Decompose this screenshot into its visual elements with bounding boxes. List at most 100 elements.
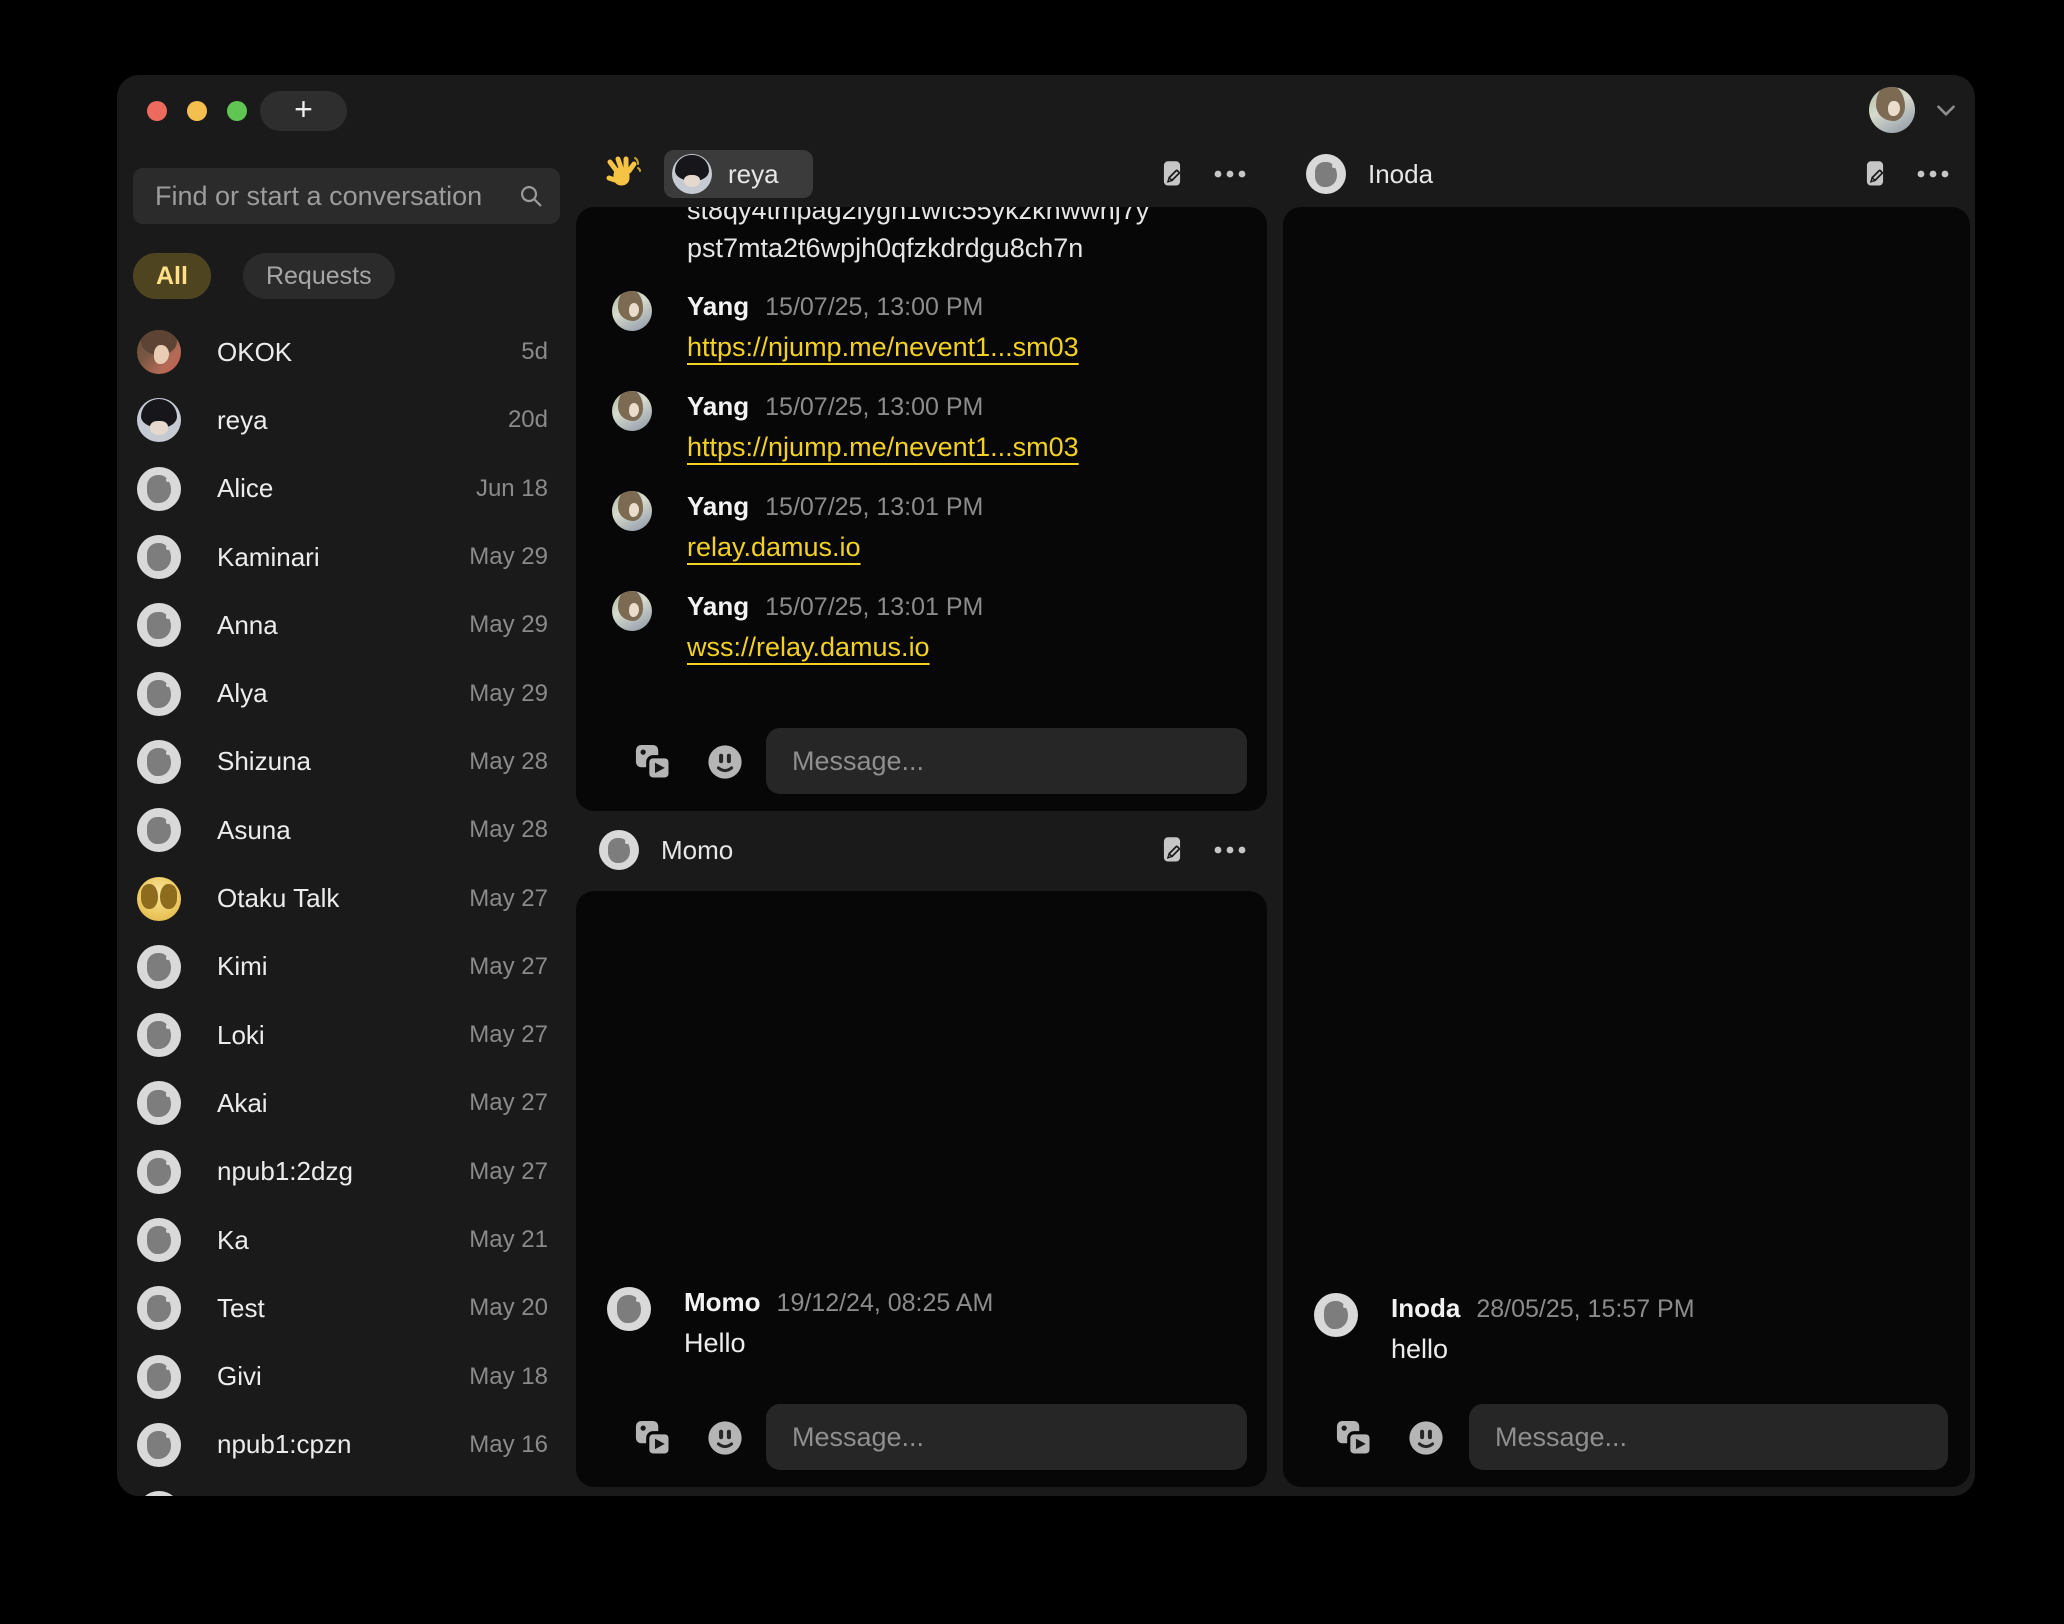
conversation-list-item[interactable] [133, 1479, 560, 1496]
message-list: Yang 15/07/25, 13:00 PM https://njump.me… [576, 291, 1079, 663]
conversation-list-item[interactable]: Otaku Talk May 27 [133, 864, 560, 932]
conversation-list-item[interactable]: Anna May 29 [133, 591, 560, 659]
conversation-list-item[interactable]: npub1:2dzg May 27 [133, 1138, 560, 1206]
conversation-name: Akai [217, 1088, 469, 1119]
message-author: Inoda [1391, 1293, 1460, 1324]
chat-title: Momo [661, 835, 733, 866]
message-author: Yang [687, 291, 749, 322]
conversation-avatar [137, 467, 181, 511]
momo-message-panel: Momo 19/12/24, 08:25 AM Hello [576, 891, 1267, 1487]
message-input[interactable]: Message... [1469, 1404, 1948, 1470]
conversation-date: 5d [521, 338, 548, 366]
conversation-list-item[interactable]: Alice Jun 18 [133, 455, 560, 523]
zoom-window-button[interactable] [227, 101, 247, 121]
conversation-list-item[interactable]: Loki May 27 [133, 1001, 560, 1069]
conversation-avatar [137, 1218, 181, 1262]
conversation-date: May 21 [469, 1226, 548, 1254]
sender-avatar[interactable] [612, 491, 652, 531]
sender-avatar[interactable] [612, 291, 652, 331]
conversation-name: Kaminari [217, 542, 469, 573]
conversation-name: Anna [217, 610, 469, 641]
conversation-avatar [137, 740, 181, 784]
conversation-name: Alya [217, 678, 469, 709]
message-timestamp: 15/07/25, 13:00 PM [765, 293, 983, 322]
search-input[interactable]: Find or start a conversation [133, 168, 560, 224]
note-compose-icon[interactable] [1157, 835, 1187, 865]
message-group: Yang 15/07/25, 13:00 PM https://njump.me… [576, 391, 1079, 463]
filter-tab[interactable]: Requests [243, 253, 395, 299]
conversation-name: npub1:2dzg [217, 1156, 469, 1187]
sender-avatar[interactable] [612, 391, 652, 431]
conversation-avatar [137, 808, 181, 852]
conversation-date: May 27 [469, 953, 548, 981]
media-attach-icon[interactable] [1333, 1417, 1375, 1459]
conversation-list-item[interactable]: Alya May 29 [133, 659, 560, 727]
conversation-avatar [137, 1150, 181, 1194]
message-link[interactable]: wss://relay.damus.io [687, 632, 983, 663]
momo-chat-header: Momo [576, 820, 1267, 880]
waving-hand-icon [602, 154, 642, 194]
conversation-list-item[interactable]: Asuna May 28 [133, 796, 560, 864]
conversation-name: reya [217, 405, 508, 436]
conversation-list-item[interactable]: Ka May 21 [133, 1206, 560, 1274]
minimize-window-button[interactable] [187, 101, 207, 121]
conversation-avatar [137, 877, 181, 921]
note-compose-icon[interactable] [1157, 159, 1187, 189]
conversation-list-item[interactable]: reya 20d [133, 386, 560, 454]
conversation-list-item[interactable]: Kimi May 27 [133, 933, 560, 1001]
conversation-name: OKOK [217, 337, 521, 368]
conversation-list-item[interactable]: Akai May 27 [133, 1069, 560, 1137]
conversation-list-item[interactable]: Kaminari May 29 [133, 523, 560, 591]
search-placeholder: Find or start a conversation [155, 181, 482, 212]
conversation-name: Alice [217, 473, 476, 504]
new-chat-button[interactable]: + [260, 91, 347, 131]
filter-tab[interactable]: All [133, 253, 211, 299]
sender-avatar[interactable] [612, 591, 652, 631]
message-input[interactable]: Message... [766, 1404, 1247, 1470]
filter-tabs: All Requests [133, 253, 395, 299]
momo-avatar [599, 830, 639, 870]
message-author: Momo [684, 1287, 761, 1318]
message-group: Inoda 28/05/25, 15:57 PM hello [1283, 1293, 1695, 1365]
conversation-date: Jun 18 [476, 475, 548, 503]
conversation-avatar [137, 330, 181, 374]
sender-avatar[interactable] [1314, 1293, 1358, 1337]
conversation-list-item[interactable]: Givi May 18 [133, 1342, 560, 1410]
message-link[interactable]: relay.damus.io [687, 532, 983, 563]
message-link[interactable]: https://njump.me/nevent1...sm03 [687, 432, 1079, 463]
conversation-name: Ka [217, 1225, 469, 1256]
inoda-avatar [1306, 154, 1346, 194]
conversation-list-item[interactable]: Test May 20 [133, 1274, 560, 1342]
conversation-avatar [137, 535, 181, 579]
message-input[interactable]: Message... [766, 728, 1247, 794]
message-placeholder: Message... [792, 746, 924, 777]
emoji-picker-icon[interactable] [706, 1419, 744, 1457]
more-options-icon[interactable] [1213, 845, 1247, 855]
media-attach-icon[interactable] [632, 741, 674, 783]
conversation-list-item[interactable]: npub1:cpzn May 16 [133, 1411, 560, 1479]
conversation-name: Loki [217, 1020, 469, 1051]
message-group: Yang 15/07/25, 13:00 PM https://njump.me… [576, 291, 1079, 363]
conversation-name: npub1:cpzn [217, 1429, 469, 1460]
conversation-date: May 29 [469, 611, 548, 639]
message-timestamp: 19/12/24, 08:25 AM [777, 1289, 994, 1318]
more-options-icon[interactable] [1213, 169, 1247, 179]
conversation-name: Kimi [217, 951, 469, 982]
media-attach-icon[interactable] [632, 1417, 674, 1459]
conversation-list-item[interactable]: OKOK 5d [133, 318, 560, 386]
sender-avatar[interactable] [607, 1287, 651, 1331]
message-link[interactable]: https://njump.me/nevent1...sm03 [687, 332, 1079, 363]
conversation-date: May 27 [469, 1021, 548, 1049]
conversation-date: May 27 [469, 1089, 548, 1117]
close-window-button[interactable] [147, 101, 167, 121]
conversation-avatar [137, 1491, 181, 1496]
reya-chat-tab[interactable]: reya [664, 150, 813, 198]
message-group: Yang 15/07/25, 13:01 PM relay.damus.io [576, 491, 1079, 563]
emoji-picker-icon[interactable] [706, 743, 744, 781]
tab-label: All [156, 262, 188, 291]
more-options-icon[interactable] [1916, 169, 1950, 179]
message-author: Yang [687, 591, 749, 622]
conversation-list-item[interactable]: Shizuna May 28 [133, 728, 560, 796]
note-compose-icon[interactable] [1860, 159, 1890, 189]
emoji-picker-icon[interactable] [1407, 1419, 1445, 1457]
